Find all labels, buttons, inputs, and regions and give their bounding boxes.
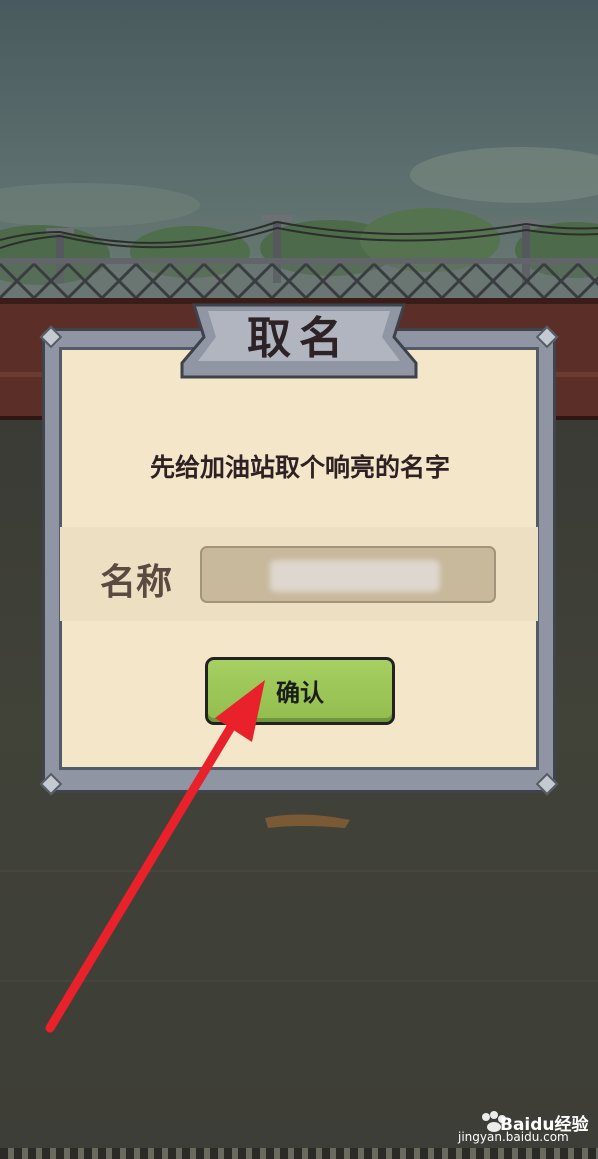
name-label: 名称 — [100, 562, 173, 603]
ground-edge-strip — [0, 1148, 598, 1159]
name-input-value — [270, 560, 440, 592]
watermark-url: jingyan.baidu.com — [458, 1130, 569, 1144]
dialog-title: 取名 — [247, 313, 351, 364]
confirm-button-label: 确认 — [276, 679, 324, 707]
naming-prompt: 先给加油站取个响亮的名字 — [149, 453, 450, 482]
